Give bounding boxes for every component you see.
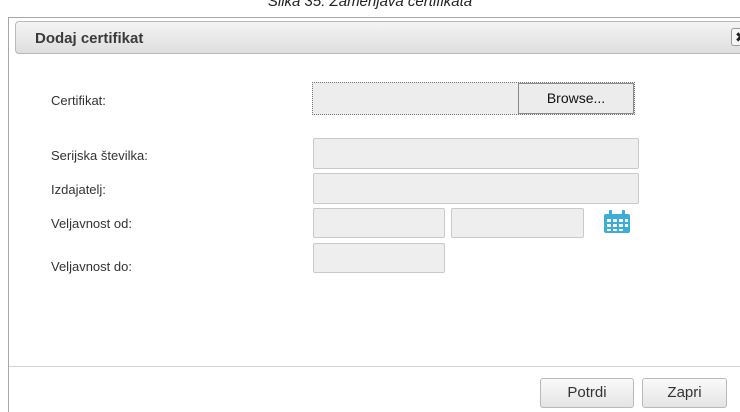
serial-number-label: Serijska številka: — [51, 148, 148, 163]
dialog-title: Dodaj certifikat — [35, 30, 144, 47]
dialog-titlebar: Dodaj certifikat ✖ — [15, 21, 740, 54]
browse-button[interactable]: Browse... — [518, 83, 634, 114]
calendar-icon[interactable] — [603, 210, 631, 234]
add-certificate-dialog: Dodaj certifikat ✖ Certifikat: Browse...… — [8, 17, 740, 412]
close-icon[interactable]: ✖ — [731, 28, 740, 46]
footer-divider — [9, 366, 740, 367]
valid-to-label: Veljavnost do: — [51, 259, 132, 274]
valid-to-date-field[interactable] — [313, 243, 445, 273]
figure-caption: Slika 35: Zamenjava certifikata — [267, 0, 473, 10]
close-button[interactable]: Zapri — [642, 378, 727, 408]
issuer-field[interactable] — [313, 173, 639, 204]
valid-from-date-field[interactable] — [313, 208, 445, 238]
valid-from-label: Veljavnost od: — [51, 216, 132, 231]
confirm-button[interactable]: Potrdi — [540, 378, 634, 408]
serial-number-field[interactable] — [313, 138, 639, 169]
issuer-label: Izdajatelj: — [51, 182, 106, 197]
valid-from-time-field[interactable] — [451, 208, 584, 238]
certificate-label: Certifikat: — [51, 93, 106, 108]
